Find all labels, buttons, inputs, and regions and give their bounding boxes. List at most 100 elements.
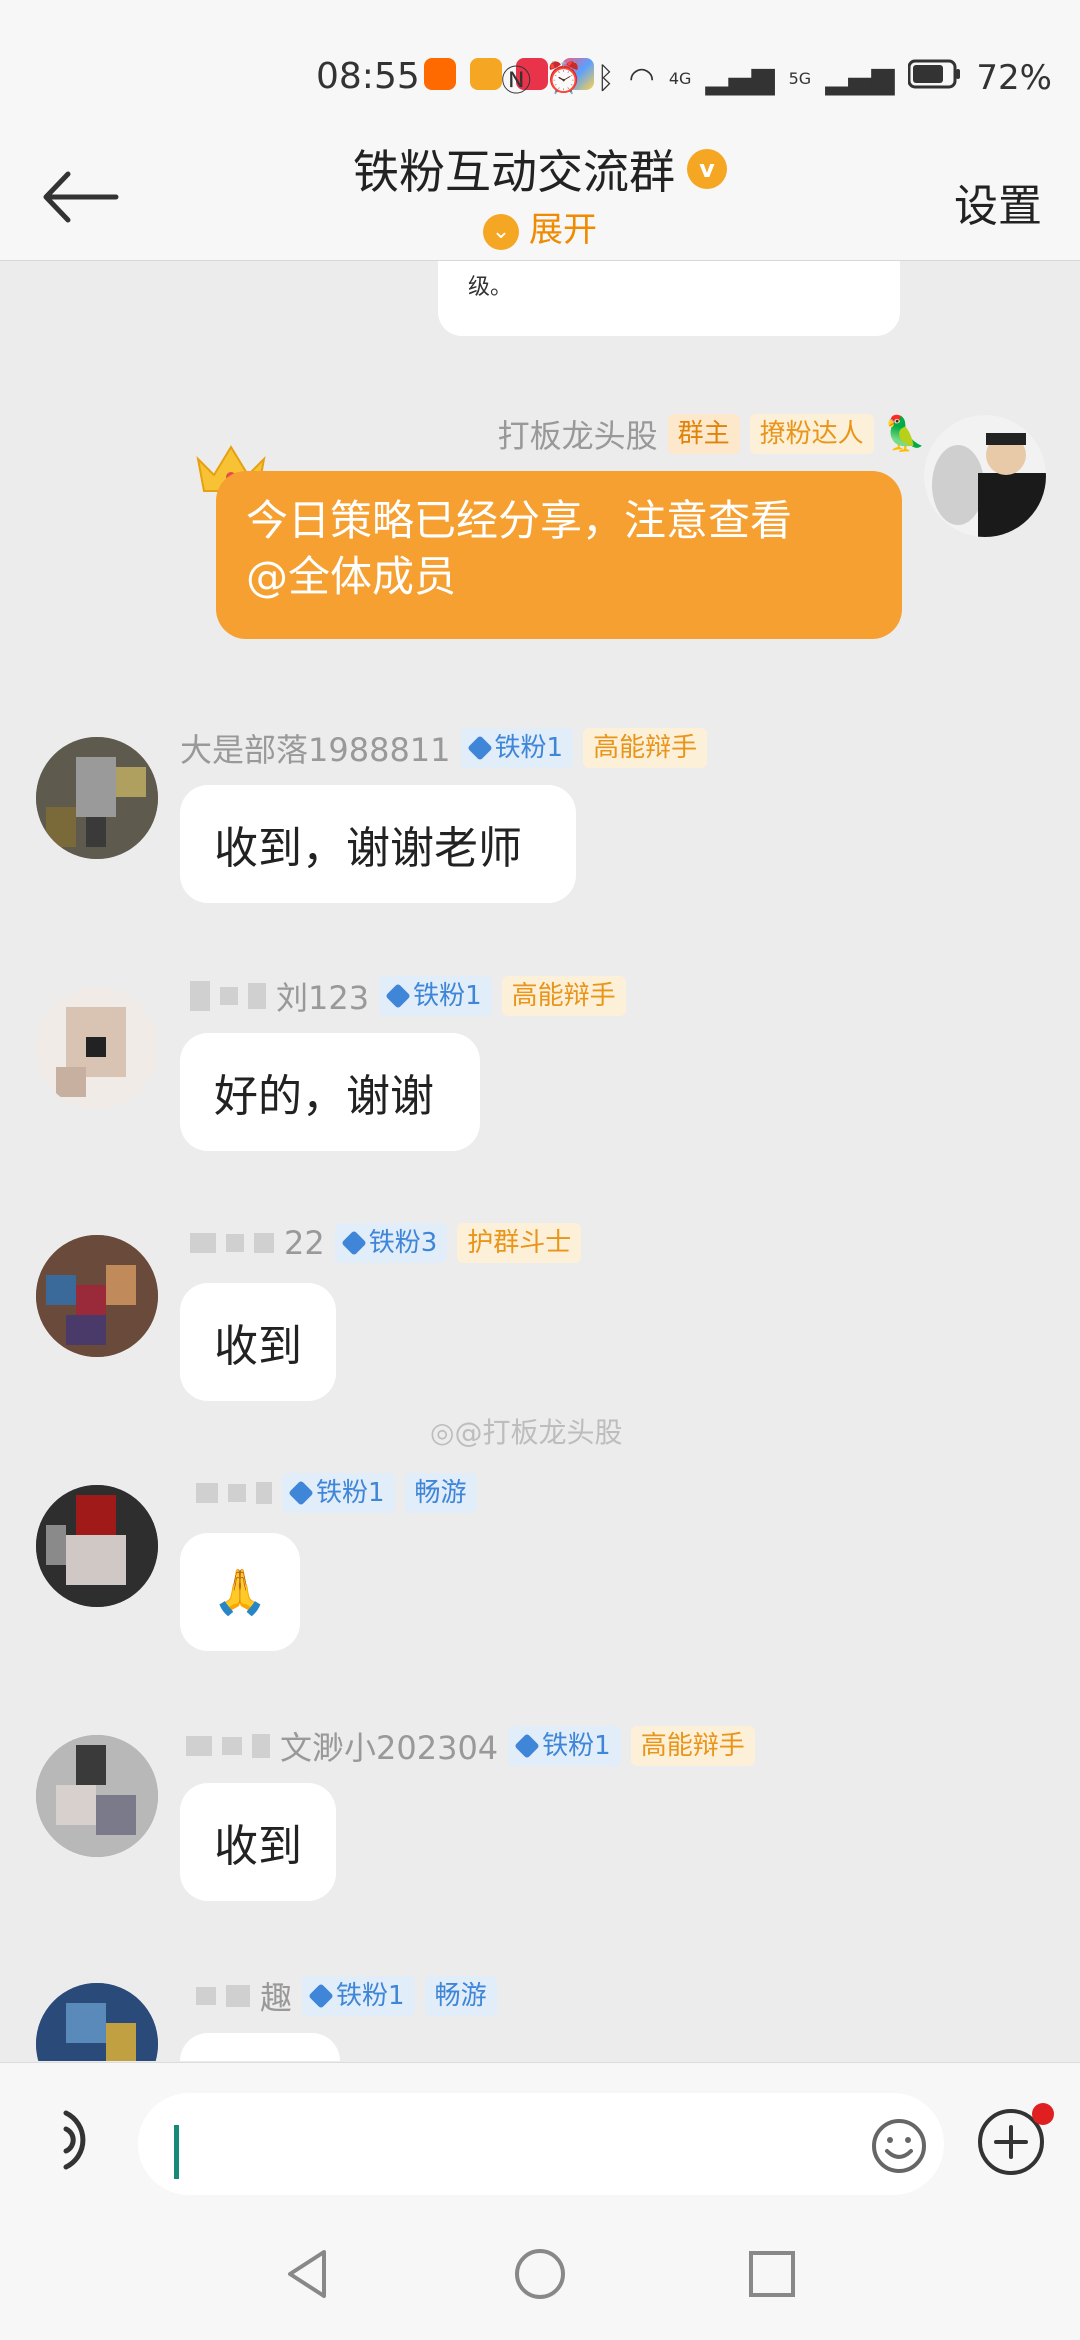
status-indicators: Ⓝ ⏰ ᛒ ◠ 4G ▂▄▆ 5G ▂▄▆ 72% [501, 56, 1052, 100]
blurred-text [248, 983, 266, 1009]
blurred-text [222, 1737, 242, 1755]
avatar[interactable] [36, 987, 158, 1109]
blurred-text [220, 987, 238, 1005]
avatar[interactable] [924, 415, 1046, 537]
fan-level-label: 铁粉1 [494, 733, 564, 763]
fan-level-label: 铁粉1 [542, 1731, 611, 1761]
square-recents-icon[interactable] [744, 2246, 800, 2302]
message-bubble[interactable]: 收到，谢谢老师 [180, 785, 576, 903]
sender-name: 22 [284, 1224, 325, 1262]
avatar-image [36, 1735, 158, 1857]
blurred-text [196, 1483, 218, 1503]
circle-home-icon[interactable] [512, 2246, 568, 2302]
bluetooth-icon: ᛒ [596, 60, 615, 96]
avatar-image [36, 1485, 158, 1607]
avatar[interactable] [36, 1983, 158, 2061]
wifi-icon: ◠ [628, 60, 655, 96]
blurred-text [196, 1987, 216, 2005]
fan-level-badge: 铁粉1 [508, 1726, 621, 1766]
fan-level-badge: 铁粉1 [460, 728, 574, 768]
avatar-image [36, 1235, 158, 1357]
blurred-text [190, 981, 210, 1011]
fan-level-label: 铁粉1 [316, 1478, 385, 1508]
owner-badge: 群主 [667, 414, 740, 454]
text-caret [174, 2125, 179, 2179]
system-nav-bar [0, 2212, 1080, 2340]
message-input[interactable] [138, 2093, 944, 2195]
status-bar: 08:55 Ⓝ ⏰ ᛒ ◠ 4G ▂▄▆ 5G ▂▄▆ 72% [0, 0, 1080, 130]
message-bubble-owner[interactable]: 今日策略已经分享，注意查看 @全体成员 [216, 471, 902, 639]
triangle-back-icon[interactable] [280, 2246, 336, 2302]
title-badge: 高能辩手 [583, 728, 708, 768]
chevron-down-icon: ⌄ [483, 213, 519, 250]
message-bubble[interactable]: 好的，谢谢 [180, 1033, 480, 1151]
fan-level-badge: 铁粉3 [334, 1223, 448, 1263]
title-badge: 畅游 [404, 1473, 477, 1513]
settings-button[interactable]: 设置 [954, 170, 1042, 234]
message-list[interactable]: 级。 打板龙头股 群主 撩粉达人 🦜 今日策略已经分享，注意查看 @全体成员 大… [0, 261, 1080, 2061]
expand-toggle[interactable]: ⌄ 展开 [0, 202, 1080, 251]
message-text: 收到 [214, 1821, 302, 1872]
battery-percent: 72% [976, 58, 1052, 98]
blurred-text [226, 1985, 250, 2007]
message-input-bar [0, 2062, 1080, 2213]
title-badge: 护群斗士 [457, 1223, 582, 1263]
voice-icon [63, 2110, 86, 2170]
sender-row: 文渺小202304 铁粉1 高能辩手 [186, 1723, 755, 1769]
message-text-line: @全体成员 [246, 552, 457, 601]
message-text: 收到 [214, 1321, 302, 1372]
message-text: 好的，谢谢 [214, 1071, 434, 1122]
avatar[interactable] [36, 1735, 158, 1857]
message-bubble[interactable]: 收到 [180, 1783, 336, 1901]
blurred-text [254, 1233, 274, 1253]
voice-button[interactable] [56, 2105, 110, 2175]
fan-level-badge: 铁粉1 [379, 976, 492, 1016]
message-bubble[interactable] [180, 2033, 340, 2061]
avatar-image [36, 1983, 158, 2061]
notification-dot [1032, 2103, 1054, 2125]
blurred-text [190, 1233, 216, 1253]
emoji-button[interactable] [870, 2117, 928, 2175]
fan-diamond-icon [385, 983, 411, 1009]
message-bubble[interactable]: 🙏 [180, 1533, 300, 1651]
fan-diamond-icon [466, 735, 493, 761]
sender-name: 打板龙头股 [497, 417, 658, 455]
title-badge: 高能辩手 [630, 1726, 755, 1766]
blurred-text [226, 1234, 244, 1252]
message-text-line: 今日策略已经分享，注意查看 [246, 496, 793, 545]
title-badge: 高能辩手 [501, 976, 626, 1016]
fan-level-label: 铁粉3 [368, 1228, 438, 1258]
title-badge: 畅游 [424, 1976, 497, 2016]
parrot-icon: 🦜 [883, 414, 926, 454]
previous-message-bubble[interactable]: 级。 [438, 261, 900, 336]
emoji-icon [872, 2119, 926, 2173]
watermark: ◎@打板龙头股 [430, 1411, 622, 1451]
sender-row: 铁粉1 畅游 [196, 1473, 477, 1513]
sender-name: 刘123 [276, 979, 370, 1017]
avatar[interactable] [36, 737, 158, 859]
alarm-icon: ⏰ [545, 60, 583, 96]
fan-level-badge: 铁粉1 [282, 1473, 395, 1513]
sender-row: 打板龙头股 群主 撩粉达人 🦜 [498, 411, 926, 457]
sender-row: 22 铁粉3 护群斗士 [190, 1223, 582, 1263]
blurred-text [228, 1484, 246, 1502]
message-bubble[interactable]: 收到 [180, 1283, 336, 1401]
pray-hands-icon: 🙏 [212, 1567, 268, 1618]
network-4g-label: 4G [668, 68, 692, 88]
verified-badge-icon: v [687, 149, 727, 189]
fan-diamond-icon [514, 1733, 540, 1759]
avatar-image [36, 987, 158, 1109]
previous-message-tail: 级。 [468, 275, 513, 300]
group-title: 铁粉互动交流群 [353, 145, 675, 199]
group-title-row: 铁粉互动交流群 v [0, 136, 1080, 202]
status-time: 08:55 [316, 56, 420, 97]
sender-row: 大是部落1988811 铁粉1 高能辩手 [180, 725, 708, 771]
blurred-text [256, 1482, 272, 1504]
avatar[interactable] [36, 1235, 158, 1357]
battery-icon [907, 58, 962, 98]
app-icon [470, 58, 502, 90]
blurred-text [186, 1736, 212, 1756]
avatar[interactable] [36, 1485, 158, 1607]
fan-level-badge: 铁粉1 [302, 1976, 415, 2016]
fan-level-label: 铁粉1 [413, 981, 482, 1011]
